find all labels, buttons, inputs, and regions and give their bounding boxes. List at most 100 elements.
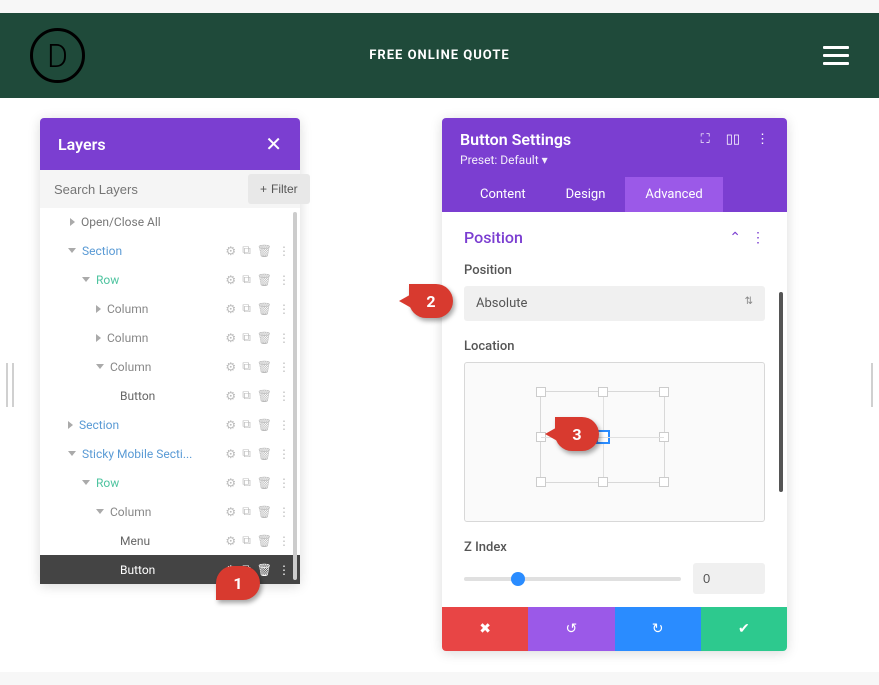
duplicate-icon[interactable]: ⧉ (242, 475, 251, 490)
gear-icon[interactable]: ⚙ (225, 331, 236, 345)
layer-row-1[interactable]: Row⚙ ⧉ 🗑 ⋮ (40, 265, 300, 294)
trash-icon[interactable]: 🗑 (257, 534, 272, 548)
menu-dots-icon[interactable]: ⋮ (278, 244, 290, 258)
layer-label[interactable]: Sticky Mobile Secti... (82, 447, 225, 461)
caret-icon[interactable] (68, 248, 76, 253)
menu-dots-icon[interactable]: ⋮ (278, 447, 290, 461)
menu-dots-icon[interactable]: ⋮ (278, 534, 290, 548)
menu-dots-icon[interactable]: ⋮ (278, 389, 290, 403)
location-picker[interactable] (464, 362, 765, 522)
menu-dots-icon[interactable]: ⋮ (278, 273, 290, 287)
gear-icon[interactable]: ⚙ (225, 244, 236, 258)
menu-dots-icon[interactable]: ⋮ (278, 360, 290, 374)
layer-label[interactable]: Menu (120, 534, 225, 548)
layer-row-0[interactable]: Section⚙ ⧉ 🗑 ⋮ (40, 236, 300, 265)
layer-row-9[interactable]: Column⚙⧉🗑⋮ (40, 497, 300, 526)
loc-handle-tr[interactable] (659, 387, 669, 397)
menu-dots-icon[interactable]: ⋮ (756, 132, 769, 147)
trash-icon[interactable]: 🗑 (257, 244, 272, 258)
open-close-all[interactable]: Open/Close All (40, 208, 300, 236)
chevron-up-icon[interactable]: ⌃ (729, 230, 741, 246)
layer-row-10[interactable]: Menu⚙⧉🗑⋮ (40, 526, 300, 555)
free-quote-link[interactable]: FREE ONLINE QUOTE (369, 48, 509, 63)
duplicate-icon[interactable]: ⧉ (242, 446, 251, 461)
position-section-title[interactable]: Position (464, 228, 523, 247)
layer-label[interactable]: Section (79, 418, 225, 432)
gear-icon[interactable]: ⚙ (225, 534, 236, 548)
hamburger-icon[interactable] (823, 46, 849, 65)
layer-row-7[interactable]: Sticky Mobile Secti...⚙ ⧉ 🗑 ⋮ (40, 439, 300, 468)
zindex-input[interactable] (693, 563, 765, 594)
layer-label[interactable]: Column (107, 331, 225, 345)
gear-icon[interactable]: ⚙ (225, 476, 236, 490)
cancel-button[interactable]: ✖ (442, 607, 528, 651)
layer-label[interactable]: Button (120, 563, 225, 577)
gear-icon[interactable]: ⚙ (225, 418, 236, 432)
zindex-slider[interactable] (464, 577, 681, 581)
section-menu-icon[interactable]: ⋮ (751, 230, 765, 246)
layer-label[interactable]: Column (110, 360, 225, 374)
duplicate-icon[interactable]: ⧉ (242, 417, 251, 432)
caret-icon[interactable] (96, 305, 101, 313)
menu-dots-icon[interactable]: ⋮ (278, 418, 290, 432)
preset-selector[interactable]: Preset: Default ▾ (460, 153, 769, 167)
tab-advanced[interactable]: Advanced (625, 177, 722, 212)
logo[interactable]: D (30, 28, 85, 83)
loc-handle-tl[interactable] (536, 387, 546, 397)
caret-icon[interactable] (68, 421, 73, 429)
trash-icon[interactable]: 🗑 (257, 302, 272, 316)
close-icon[interactable]: ✕ (265, 132, 282, 156)
gear-icon[interactable]: ⚙ (225, 360, 236, 374)
duplicate-icon[interactable]: ⧉ (242, 330, 251, 345)
layer-row-8[interactable]: Row⚙⧉🗑⋮ (40, 468, 300, 497)
trash-icon[interactable]: 🗑 (257, 360, 272, 374)
trash-icon[interactable]: 🗑 (257, 418, 272, 432)
gear-icon[interactable]: ⚙ (225, 505, 236, 519)
tab-content[interactable]: Content (460, 177, 546, 212)
duplicate-icon[interactable]: ⧉ (242, 388, 251, 403)
duplicate-icon[interactable]: ⧉ (242, 243, 251, 258)
gear-icon[interactable]: ⚙ (225, 447, 236, 461)
caret-icon[interactable] (82, 480, 90, 485)
columns-icon[interactable]: ▯▯ (726, 132, 740, 147)
scrollbar[interactable] (779, 292, 783, 492)
layer-row-2[interactable]: Column⚙ ⧉ 🗑 ⋮ (40, 294, 300, 323)
layer-row-4[interactable]: Column⚙ ⧉ 🗑 ⋮ (40, 352, 300, 381)
duplicate-icon[interactable]: ⧉ (242, 272, 251, 287)
menu-dots-icon[interactable]: ⋮ (278, 505, 290, 519)
loc-handle-tm[interactable] (598, 387, 608, 397)
loc-handle-bl[interactable] (536, 477, 546, 487)
caret-icon[interactable] (82, 277, 90, 282)
tab-design[interactable]: Design (546, 177, 626, 212)
layer-label[interactable]: Section (82, 244, 225, 258)
gear-icon[interactable]: ⚙ (225, 302, 236, 316)
trash-icon[interactable]: 🗑 (257, 447, 272, 461)
trash-icon[interactable]: 🗑 (257, 505, 272, 519)
menu-dots-icon[interactable]: ⋮ (278, 302, 290, 316)
expand-icon[interactable]: ⛶ (701, 132, 710, 147)
position-select[interactable]: Absolute ⇅ (464, 286, 765, 321)
layer-label[interactable]: Button (120, 389, 225, 403)
trash-icon[interactable]: 🗑 (257, 331, 272, 345)
trash-icon[interactable]: 🗑 (257, 389, 272, 403)
caret-icon[interactable] (96, 334, 101, 342)
menu-dots-icon[interactable]: ⋮ (278, 331, 290, 345)
loc-handle-bm[interactable] (598, 477, 608, 487)
duplicate-icon[interactable]: ⧉ (242, 504, 251, 519)
menu-dots-icon[interactable]: ⋮ (278, 476, 290, 490)
layer-label[interactable]: Column (107, 302, 225, 316)
duplicate-icon[interactable]: ⧉ (242, 359, 251, 374)
confirm-button[interactable]: ✔ (701, 607, 787, 651)
layer-row-11[interactable]: Button⚙⧉🗑⋮ (40, 555, 300, 584)
caret-icon[interactable] (68, 451, 76, 456)
menu-dots-icon[interactable]: ⋮ (278, 563, 290, 577)
trash-icon[interactable]: 🗑 (257, 273, 272, 287)
layer-label[interactable]: Row (96, 273, 225, 287)
gear-icon[interactable]: ⚙ (225, 273, 236, 287)
trash-icon[interactable]: 🗑 (257, 476, 272, 490)
trash-icon[interactable]: 🗑 (257, 563, 272, 577)
page-drag-handle-right[interactable] (871, 363, 875, 407)
redo-button[interactable]: ↻ (615, 607, 701, 651)
duplicate-icon[interactable]: ⧉ (242, 301, 251, 316)
undo-button[interactable]: ↺ (528, 607, 614, 651)
